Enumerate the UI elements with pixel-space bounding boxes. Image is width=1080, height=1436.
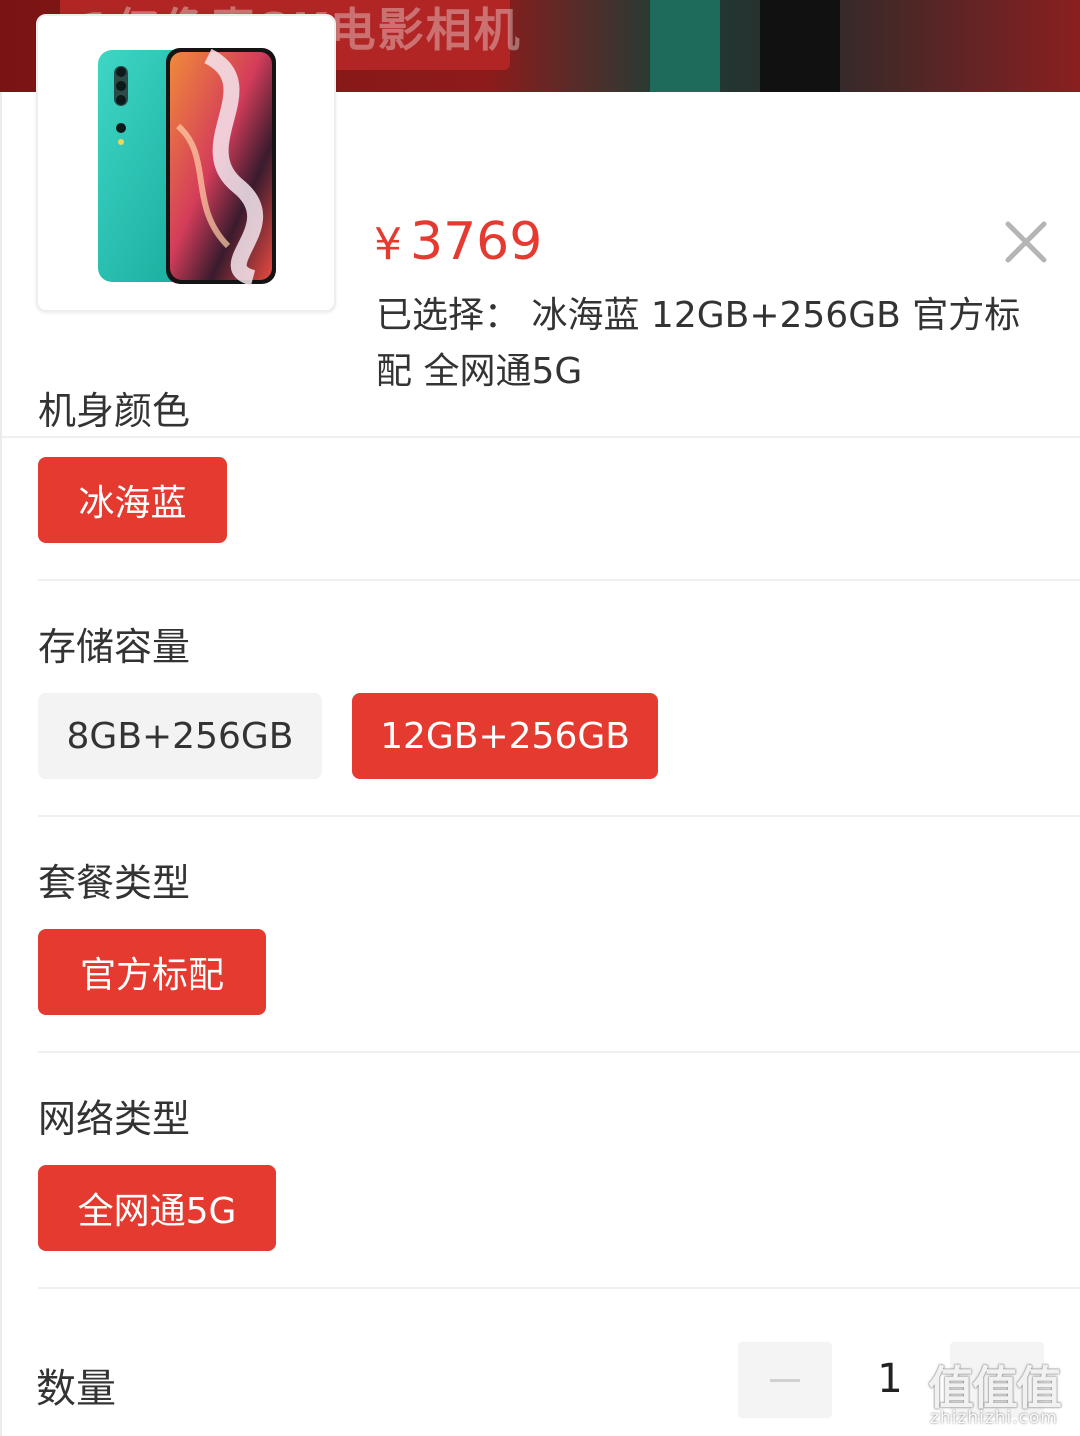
option-package-standard[interactable]: 官方标配 — [38, 929, 266, 1015]
section-title-color: 机身颜色 — [38, 389, 191, 433]
section-divider — [38, 1287, 1080, 1289]
section-divider — [38, 579, 1080, 581]
quantity-decrease-button[interactable] — [738, 1342, 832, 1418]
option-network-5g[interactable]: 全网通5G — [38, 1165, 276, 1251]
product-thumbnail — [36, 14, 336, 312]
quantity-label: 数量 — [36, 1366, 116, 1412]
option-color-ice-blue[interactable]: 冰海蓝 — [38, 457, 227, 543]
option-storage-12-256[interactable]: 12GB+256GB — [352, 693, 658, 779]
banner-phone-edge-dark — [760, 0, 840, 92]
banner-phone-edge — [650, 0, 720, 92]
section-title-package: 套餐类型 — [38, 861, 191, 905]
phone-product-image — [98, 48, 276, 286]
currency-symbol: ¥ — [374, 219, 402, 270]
close-button[interactable] — [998, 214, 1054, 270]
quantity-value: 1 — [877, 1356, 903, 1402]
selected-label: 已选择： — [376, 295, 521, 336]
minus-icon — [770, 1378, 800, 1382]
section-divider — [38, 1051, 1080, 1053]
section-title-storage: 存储容量 — [38, 625, 191, 669]
selected-summary: 已选择： 冰海蓝 12GB+256GB 官方标配 全网通5G — [376, 288, 1046, 400]
header-divider — [2, 436, 1080, 438]
section-divider — [38, 815, 1080, 817]
section-title-network: 网络类型 — [38, 1097, 191, 1141]
quantity-increase-button[interactable] — [950, 1342, 1044, 1418]
option-storage-8-256[interactable]: 8GB+256GB — [38, 693, 322, 779]
product-price: ¥3769 — [374, 212, 542, 272]
close-icon — [1005, 221, 1047, 263]
price-value: 3769 — [410, 212, 543, 272]
